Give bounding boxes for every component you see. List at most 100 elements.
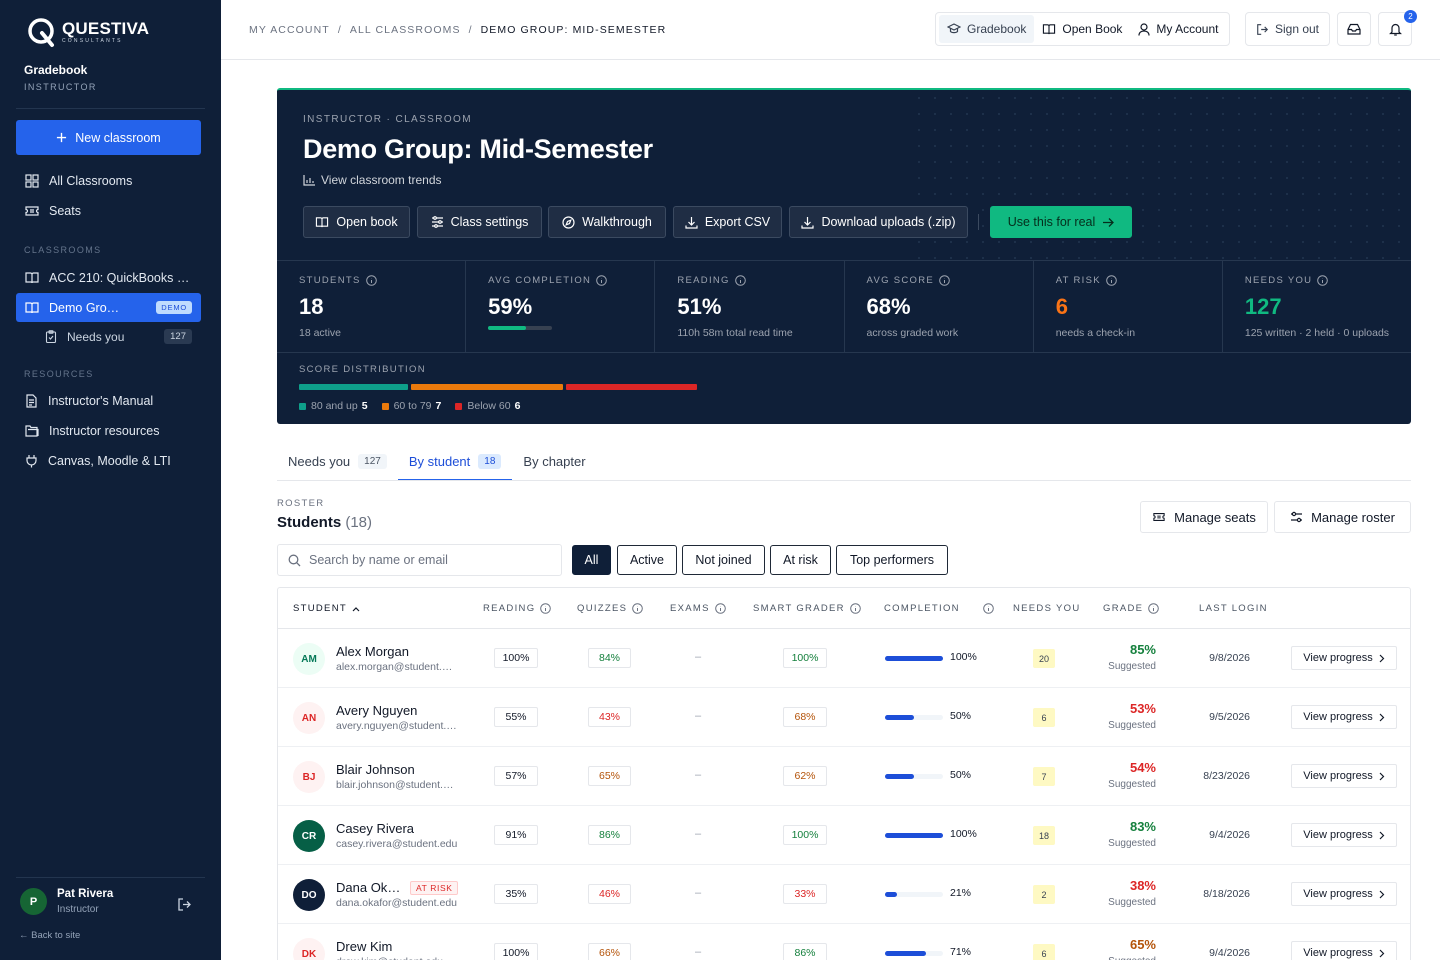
view-progress-button[interactable]: View progress bbox=[1291, 705, 1397, 729]
column-header-exams[interactable]: EXAMS bbox=[670, 603, 726, 614]
student-name-cell[interactable]: Avery Nguyen bbox=[336, 703, 417, 718]
tab-by-chapter[interactable]: By chapter bbox=[512, 446, 596, 481]
info-icon[interactable] bbox=[1106, 275, 1117, 286]
info-icon[interactable] bbox=[596, 275, 607, 286]
sidebar-item-label: Instructor's Manual bbox=[48, 393, 154, 408]
sidebar: QUESTIVA CONSULTANTS Gradebook INSTRUCTO… bbox=[0, 0, 221, 960]
info-icon[interactable] bbox=[1317, 275, 1329, 286]
sidebar-item-instructors-manual[interactable]: Instructor's Manual bbox=[16, 386, 201, 415]
inbox-button[interactable] bbox=[1337, 12, 1371, 46]
distribution-segment bbox=[410, 384, 564, 390]
sidebar-item-instructor-resources[interactable]: Instructor resources bbox=[16, 416, 201, 445]
walkthrough-button[interactable]: Walkthrough bbox=[548, 206, 666, 238]
column-header-reading[interactable]: READING bbox=[483, 603, 552, 614]
user-role: Instructor bbox=[57, 904, 99, 915]
tabs-divider bbox=[277, 480, 1411, 481]
use-for-real-button[interactable]: Use this for real bbox=[990, 206, 1132, 238]
column-header-last-login[interactable]: LAST LOGIN bbox=[1199, 603, 1268, 614]
info-icon[interactable] bbox=[939, 275, 950, 286]
student-name-cell[interactable]: Casey Rivera bbox=[336, 821, 414, 836]
app-title: Gradebook bbox=[24, 63, 88, 77]
smart-grader-value: 86% bbox=[783, 943, 827, 960]
sidebar-item-canvas-moodle-lti[interactable]: Canvas, Moodle & LTI bbox=[16, 446, 201, 475]
tab-label: By chapter bbox=[523, 454, 586, 469]
table-row[interactable]: DK Drew Kim drew.kim@student.edu 100% 66… bbox=[278, 924, 1410, 960]
legend-label: 80 and up bbox=[311, 400, 358, 412]
nav-my-account[interactable]: My Account bbox=[1130, 15, 1226, 43]
view-progress-button[interactable]: View progress bbox=[1291, 764, 1397, 788]
tab-by-student[interactable]: By student 18 bbox=[397, 446, 513, 481]
nav-open-book[interactable]: Open Book bbox=[1034, 15, 1130, 43]
sign-out-button[interactable]: Sign out bbox=[1245, 12, 1330, 46]
view-trends-link[interactable]: View classroom trends bbox=[303, 173, 442, 187]
user-profile[interactable]: P Pat Rivera Instructor bbox=[20, 888, 113, 915]
sidebar-item-acc210[interactable]: ACC 210: QuickBooks Online bbox=[16, 263, 201, 292]
distribution-segment bbox=[566, 384, 697, 390]
legend-label: 60 to 79 bbox=[393, 400, 432, 412]
quizzes-value: 46% bbox=[588, 884, 631, 904]
logout-icon[interactable] bbox=[177, 897, 192, 912]
table-row[interactable]: AM Alex Morgan alex.morgan@student.edu 1… bbox=[278, 629, 1410, 688]
view-progress-button[interactable]: View progress bbox=[1291, 941, 1397, 960]
filter-not-joined[interactable]: Not joined bbox=[682, 545, 765, 575]
student-name: Casey Rivera bbox=[336, 821, 415, 836]
filter-top-performers[interactable]: Top performers bbox=[836, 545, 948, 575]
student-name-cell[interactable]: Alex Morgan bbox=[336, 644, 409, 659]
nav-gradebook[interactable]: Gradebook bbox=[939, 15, 1035, 43]
column-header-quizzes[interactable]: QUIZZES bbox=[577, 603, 644, 614]
manage-seats-button[interactable]: Manage seats bbox=[1140, 501, 1268, 533]
view-progress-button[interactable]: View progress bbox=[1291, 823, 1397, 847]
student-name-cell[interactable]: Blair Johnson bbox=[336, 762, 415, 777]
back-to-site-link[interactable]: ← Back to site bbox=[19, 930, 80, 941]
tab-needs-you[interactable]: Needs you 127 bbox=[277, 446, 398, 481]
view-progress-button[interactable]: View progress bbox=[1291, 882, 1397, 906]
search-input[interactable] bbox=[309, 553, 539, 567]
breadcrumb-all-classrooms[interactable]: ALL CLASSROOMS bbox=[350, 24, 461, 36]
breadcrumb-current: DEMO GROUP: MID-SEMESTER bbox=[480, 24, 667, 36]
view-progress-button[interactable]: View progress bbox=[1291, 646, 1397, 670]
table-row[interactable]: CR Casey Rivera casey.rivera@student.edu… bbox=[278, 806, 1410, 865]
open-book-button[interactable]: Open book bbox=[303, 206, 410, 238]
sliders-icon bbox=[431, 216, 443, 228]
filter-all[interactable]: All bbox=[572, 545, 611, 575]
table-row[interactable]: DO Dana Okafor AT RISK dana.okafor@stude… bbox=[278, 865, 1410, 924]
sidebar-item-demo-group[interactable]: Demo Group: Mid-Semester DEMO bbox=[16, 293, 201, 322]
class-settings-button[interactable]: Class settings bbox=[417, 206, 542, 238]
filter-active[interactable]: Active bbox=[617, 545, 677, 575]
sidebar-item-seats[interactable]: Seats bbox=[16, 196, 201, 225]
stat-label: STUDENTS bbox=[299, 275, 361, 286]
legend-count: 6 bbox=[514, 400, 521, 412]
breadcrumb-separator: / bbox=[337, 24, 342, 36]
stat-label: AVG SCORE bbox=[866, 275, 934, 286]
smart-grader-value: 68% bbox=[783, 707, 827, 727]
breadcrumb-my-account[interactable]: MY ACCOUNT bbox=[249, 24, 330, 36]
column-header-needs-you[interactable]: NEEDS YOU bbox=[1013, 603, 1081, 614]
grade-value: 54% bbox=[1129, 760, 1156, 775]
filter-at-risk[interactable]: At risk bbox=[770, 545, 831, 575]
questiva-logo[interactable]: QUESTIVA CONSULTANTS bbox=[26, 16, 149, 48]
info-icon[interactable] bbox=[365, 275, 377, 286]
legend-item: Below 60 6 bbox=[455, 400, 520, 412]
table-row[interactable]: AN Avery Nguyen avery.nguyen@student.edu… bbox=[278, 688, 1410, 747]
avatar: BJ bbox=[293, 761, 325, 793]
sort-ascending-icon bbox=[352, 606, 360, 611]
table-row[interactable]: BJ Blair Johnson blair.johnson@student.e… bbox=[278, 747, 1410, 806]
student-name-cell[interactable]: Drew Kim bbox=[336, 939, 392, 954]
column-header-completion[interactable]: COMPLETION bbox=[884, 603, 994, 614]
download-uploads-button[interactable]: Download uploads (.zip) bbox=[789, 206, 968, 238]
sidebar-item-needs-you[interactable]: Needs you 127 bbox=[36, 322, 201, 351]
column-header-grade[interactable]: GRADE bbox=[1103, 603, 1160, 614]
student-name-cell[interactable]: Dana Okafor AT RISK bbox=[336, 880, 459, 895]
column-header-student[interactable]: STUDENT bbox=[293, 603, 360, 614]
notifications-button[interactable]: 2 bbox=[1378, 10, 1417, 46]
column-header-smart-grader[interactable]: SMART GRADER bbox=[753, 603, 861, 614]
open-book-label: Open book bbox=[336, 215, 398, 229]
export-csv-button[interactable]: Export CSV bbox=[673, 206, 782, 238]
manage-roster-button[interactable]: Manage roster bbox=[1274, 501, 1411, 533]
stat-reading: READING 51% 110h 58m total read time bbox=[655, 261, 845, 352]
column-label: QUIZZES bbox=[577, 603, 628, 614]
student-search[interactable] bbox=[277, 544, 562, 576]
new-classroom-button[interactable]: New classroom bbox=[16, 120, 201, 155]
info-icon[interactable] bbox=[734, 275, 746, 286]
sidebar-item-all-classrooms[interactable]: All Classrooms bbox=[16, 166, 201, 195]
